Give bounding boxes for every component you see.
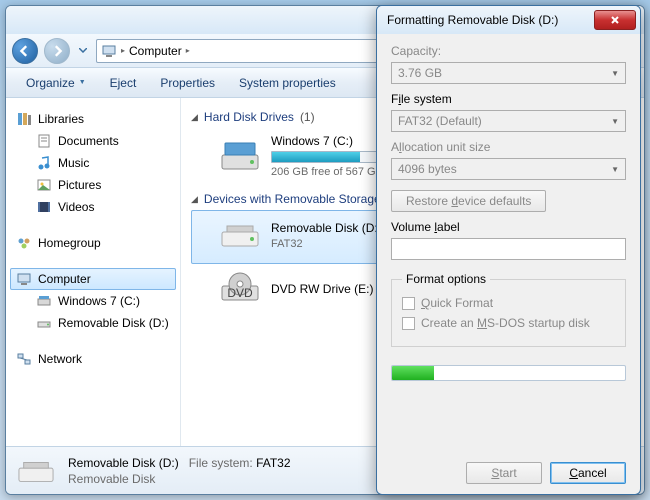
drive-fs: FAT32 (271, 238, 382, 250)
format-options-group: Format options Quick Format Create an MS… (391, 272, 626, 347)
allocation-select[interactable]: 4096 bytes▼ (391, 158, 626, 180)
hdd-icon (219, 137, 261, 175)
drive-name: DVD RW Drive (E:) (271, 282, 373, 296)
videos-icon (36, 199, 52, 215)
sidebar-removable[interactable]: Removable Disk (D:) (10, 312, 176, 334)
sidebar: Libraries Documents Music Pictures Video… (6, 98, 181, 446)
cancel-button[interactable]: Cancel (550, 462, 626, 484)
sidebar-music[interactable]: Music (10, 152, 176, 174)
sidebar-computer[interactable]: Computer (10, 268, 176, 290)
collapse-icon: ◢ (191, 112, 198, 123)
msdos-checkbox[interactable]: Create an MS-DOS startup disk (402, 316, 615, 330)
volume-label-label: Volume label (391, 220, 626, 234)
format-dialog: Formatting Removable Disk (D:) Capacity:… (376, 5, 641, 495)
dvd-icon: DVD (219, 270, 261, 308)
forward-button[interactable] (44, 38, 70, 64)
filesystem-label: File system (391, 92, 626, 106)
homegroup-icon (16, 235, 32, 251)
sidebar-pictures[interactable]: Pictures (10, 174, 176, 196)
sidebar-windows7[interactable]: Windows 7 (C:) (10, 290, 176, 312)
status-name: Removable Disk (D:) (68, 456, 179, 470)
filesystem-select[interactable]: FAT32 (Default)▼ (391, 110, 626, 132)
allocation-label: Allocation unit size (391, 140, 626, 154)
network-icon (16, 351, 32, 367)
removable-drive-icon (219, 216, 261, 254)
format-progress (391, 365, 626, 381)
computer-icon (101, 43, 117, 59)
back-button[interactable] (12, 38, 38, 64)
restore-defaults-button[interactable]: Restore device defaults (391, 190, 546, 212)
volume-label-input[interactable] (391, 238, 626, 260)
dialog-close-button[interactable] (594, 10, 636, 30)
sidebar-homegroup[interactable]: Homegroup (10, 232, 176, 254)
properties-button[interactable]: Properties (150, 72, 225, 94)
libraries-icon (16, 111, 32, 127)
computer-icon (16, 271, 32, 287)
removable-drive-icon (16, 453, 56, 489)
music-icon (36, 155, 52, 171)
system-properties-button[interactable]: System properties (229, 72, 346, 94)
drive-icon (36, 293, 52, 309)
capacity-label: Capacity: (391, 44, 626, 58)
status-type: Removable Disk (68, 472, 291, 486)
svg-text:DVD: DVD (227, 286, 253, 300)
dialog-titlebar: Formatting Removable Disk (D:) (377, 6, 640, 34)
pictures-icon (36, 177, 52, 193)
breadcrumb-location[interactable]: Computer (129, 44, 182, 58)
sidebar-videos[interactable]: Videos (10, 196, 176, 218)
removable-icon (36, 315, 52, 331)
documents-icon (36, 133, 52, 149)
start-button[interactable]: Start (466, 462, 542, 484)
organize-menu[interactable]: Organize▼ (16, 72, 96, 94)
dialog-title: Formatting Removable Disk (D:) (387, 13, 558, 27)
sidebar-libraries[interactable]: Libraries (10, 108, 176, 130)
history-dropdown[interactable] (76, 38, 90, 64)
collapse-icon: ◢ (191, 194, 198, 205)
quick-format-checkbox[interactable]: Quick Format (402, 296, 615, 310)
sidebar-network[interactable]: Network (10, 348, 176, 370)
capacity-select[interactable]: 3.76 GB▼ (391, 62, 626, 84)
drive-name: Removable Disk (D:) (271, 221, 382, 235)
eject-button[interactable]: Eject (100, 72, 147, 94)
sidebar-documents[interactable]: Documents (10, 130, 176, 152)
